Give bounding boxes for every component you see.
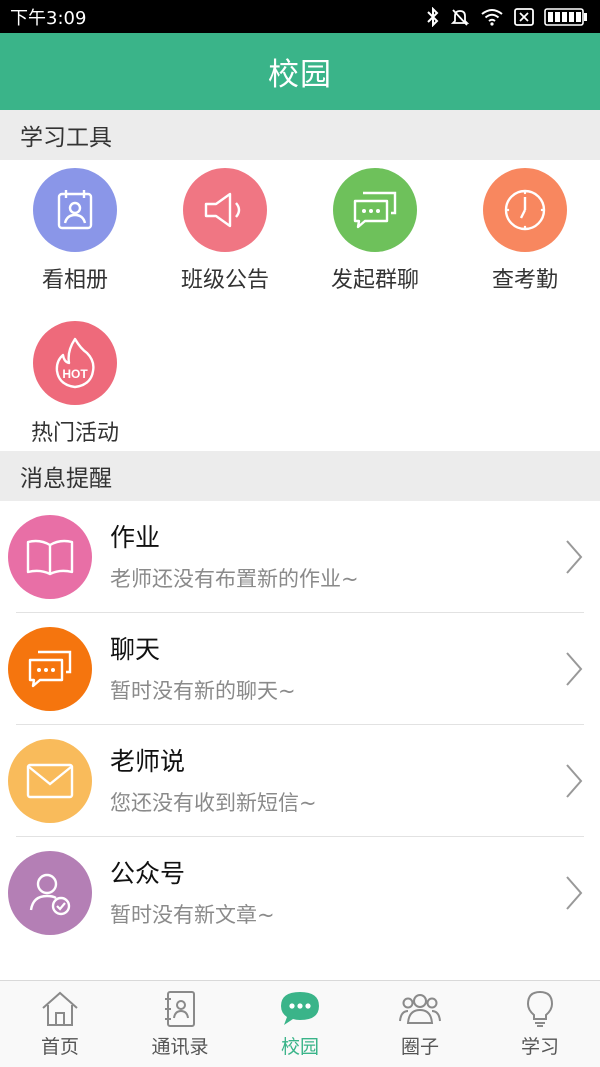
lightbulb-icon [526,990,554,1027]
chat-bubbles-icon [333,168,417,252]
clock-icon [483,168,567,252]
message-subtitle: 暂时没有新的聊天~ [110,679,296,703]
bluetooth-icon [427,6,439,27]
message-title: 聊天 [110,635,161,664]
bottom-tab-bar: 首页 通讯录 校园 圈子 学习 [0,980,600,1067]
tool-label: 查考勤 [491,268,558,293]
envelope-icon [8,739,92,823]
message-row-chat[interactable]: 聊天 暂时没有新的聊天~ [0,613,600,725]
message-title: 公众号 [110,859,186,888]
tool-label: 热门活动 [30,421,119,446]
hot-badge: HOT [62,367,88,381]
message-title: 作业 [110,523,161,552]
wifi-icon [481,8,503,26]
app-header: 校园 [0,33,600,110]
hot-flame-icon: HOT [33,321,117,405]
status-icons [426,6,588,27]
message-row-teacher[interactable]: 老师说 您还没有收到新短信~ [0,725,600,837]
tab-campus[interactable]: 校园 [240,981,360,1067]
status-bar: 下午3:09 [0,0,600,33]
photo-album-icon [33,168,117,252]
battery-icon [544,7,587,26]
group-icon [399,994,441,1024]
tab-study[interactable]: 学习 [480,981,600,1067]
section-header-messages: 消息提醒 [0,451,600,501]
page-title: 校园 [268,57,332,93]
chat-bubbles-icon [8,627,92,711]
tab-label: 首页 [40,1036,79,1058]
message-subtitle: 老师还没有布置新的作业~ [110,567,359,591]
chevron-right-icon [566,652,583,686]
message-row-official-account[interactable]: 公众号 暂时没有新文章~ [0,837,600,949]
chat-bubble-icon [281,992,319,1025]
user-check-icon [8,851,92,935]
mute-bell-icon [450,8,470,26]
message-subtitle: 您还没有收到新短信~ [110,791,317,815]
section-header-tools: 学习工具 [0,110,600,160]
tool-attendance[interactable]: 查考勤 [450,168,600,294]
tool-label: 看相册 [41,268,108,293]
status-time: 下午3:09 [10,7,87,29]
tool-label: 班级公告 [180,268,269,293]
tab-circle[interactable]: 圈子 [360,981,480,1067]
tool-photo-album[interactable]: 看相册 [0,168,150,294]
message-row-homework[interactable]: 作业 老师还没有布置新的作业~ [0,501,600,613]
chevron-right-icon [566,876,583,910]
tab-label: 校园 [280,1036,319,1058]
tool-group-chat[interactable]: 发起群聊 [300,168,450,294]
tab-label: 通讯录 [151,1036,209,1058]
message-title: 老师说 [110,747,186,776]
contacts-book-icon [165,991,195,1027]
chevron-right-icon [566,540,583,574]
tool-class-notice[interactable]: 班级公告 [150,168,300,294]
home-icon [42,991,78,1026]
no-sim-icon [514,7,534,26]
chevron-right-icon [566,764,583,798]
tool-hot-activities[interactable]: HOT 热门活动 [0,321,150,447]
book-icon [8,515,92,599]
tab-home[interactable]: 首页 [0,981,120,1067]
tab-label: 圈子 [400,1036,439,1058]
tab-contacts[interactable]: 通讯录 [120,981,240,1067]
tool-label: 发起群聊 [330,268,419,293]
megaphone-icon [183,168,267,252]
tab-label: 学习 [520,1036,559,1058]
message-subtitle: 暂时没有新文章~ [110,903,275,927]
